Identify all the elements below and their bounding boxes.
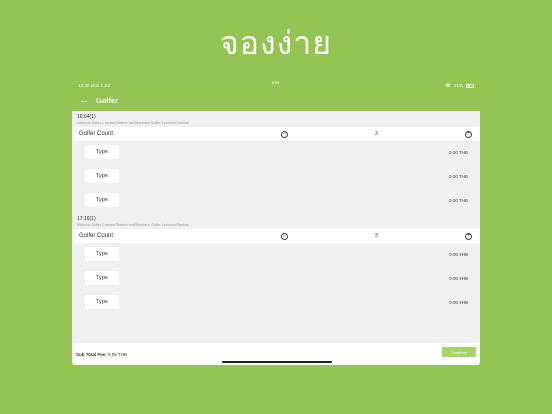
continue-button[interactable]: Continue [442,347,476,357]
battery-percent: 31% [453,83,463,88]
nav-bar: ← Golfer [72,90,480,111]
plus-circle-icon[interactable]: + [465,130,472,138]
type-button[interactable]: Type [85,193,119,207]
type-button[interactable]: Type [85,145,119,159]
golfer-count-label: Golfer Count [79,233,114,239]
type-row: Type 0.00 THB [72,165,480,189]
home-indicator[interactable] [222,360,332,363]
type-fee: 0.00 THB [449,252,468,257]
status-date: Mon 1 Jul [90,83,111,88]
teetime-header: 16:04(1) Minimum Golfer 1 person/Teetime… [72,111,480,127]
hero-title: จองง่าย [220,24,332,62]
plus-circle-icon[interactable]: + [465,232,472,240]
golfer-content: 16:04(1) Minimum Golfer 1 person/Teetime… [72,111,480,315]
type-row: Type 0.00 THB [72,291,480,315]
type-fee: 0.00 THB [449,276,468,281]
golfer-count-label: Golfer Count [79,131,114,137]
subtotal-value: 0.00 THB [107,351,127,357]
teetime-note: Minimum Golfer 1 person/Teetime and Maxi… [77,121,189,125]
teetime-header: 17:16(1) Minimum Golfer 1 person/Teetime… [72,213,480,229]
subtotal-label: Sub Total Fee: [76,351,107,357]
type-button[interactable]: Type [85,169,119,183]
teetime-label: 16:04(1) [77,114,96,120]
type-button[interactable]: Type [85,295,119,309]
status-time: 13:30 [78,83,90,88]
type-row: Type 0.00 THB [72,141,480,165]
back-arrow-icon[interactable]: ← [79,95,90,106]
type-row: Type 0.00 THB [72,267,480,291]
teetime-label: 17:16(1) [77,216,96,222]
type-fee: 0.00 THB [449,198,468,203]
golfer-count-row: Golfer Count − 3 + [72,127,480,141]
type-row: Type 0.00 THB [72,189,480,213]
wifi-icon [445,83,451,89]
type-fee: 0.00 THB [449,300,468,305]
battery-icon [466,83,474,88]
teetime-note: Minimum Golfer 1 person/Teetime and Maxi… [77,223,189,227]
type-fee: 0.00 THB [449,174,468,179]
multitask-dots-icon[interactable]: ••• [272,81,280,87]
page-title: Golfer [96,96,119,105]
type-button[interactable]: Type [85,247,119,261]
type-button[interactable]: Type [85,271,119,285]
golfer-count-value: 3 [375,233,378,239]
tablet-screen: 13:30 Mon 1 Jul ••• 31% ← Golfer 16:04(1… [72,81,480,365]
status-bar: 13:30 Mon 1 Jul ••• 31% [72,81,480,90]
golfer-count-value: 3 [375,131,378,137]
minus-circle-icon[interactable]: − [281,232,288,240]
type-row: Type 0.00 THB [72,243,480,267]
golfer-count-row: Golfer Count − 3 + [72,229,480,243]
footer-bar: Sub Total Fee: 0.00 THB Continue [72,343,480,365]
subtotal-text: Sub Total Fee: 0.00 THB [76,352,127,357]
minus-circle-icon[interactable]: − [281,130,288,138]
type-fee: 0.00 THB [449,150,468,155]
